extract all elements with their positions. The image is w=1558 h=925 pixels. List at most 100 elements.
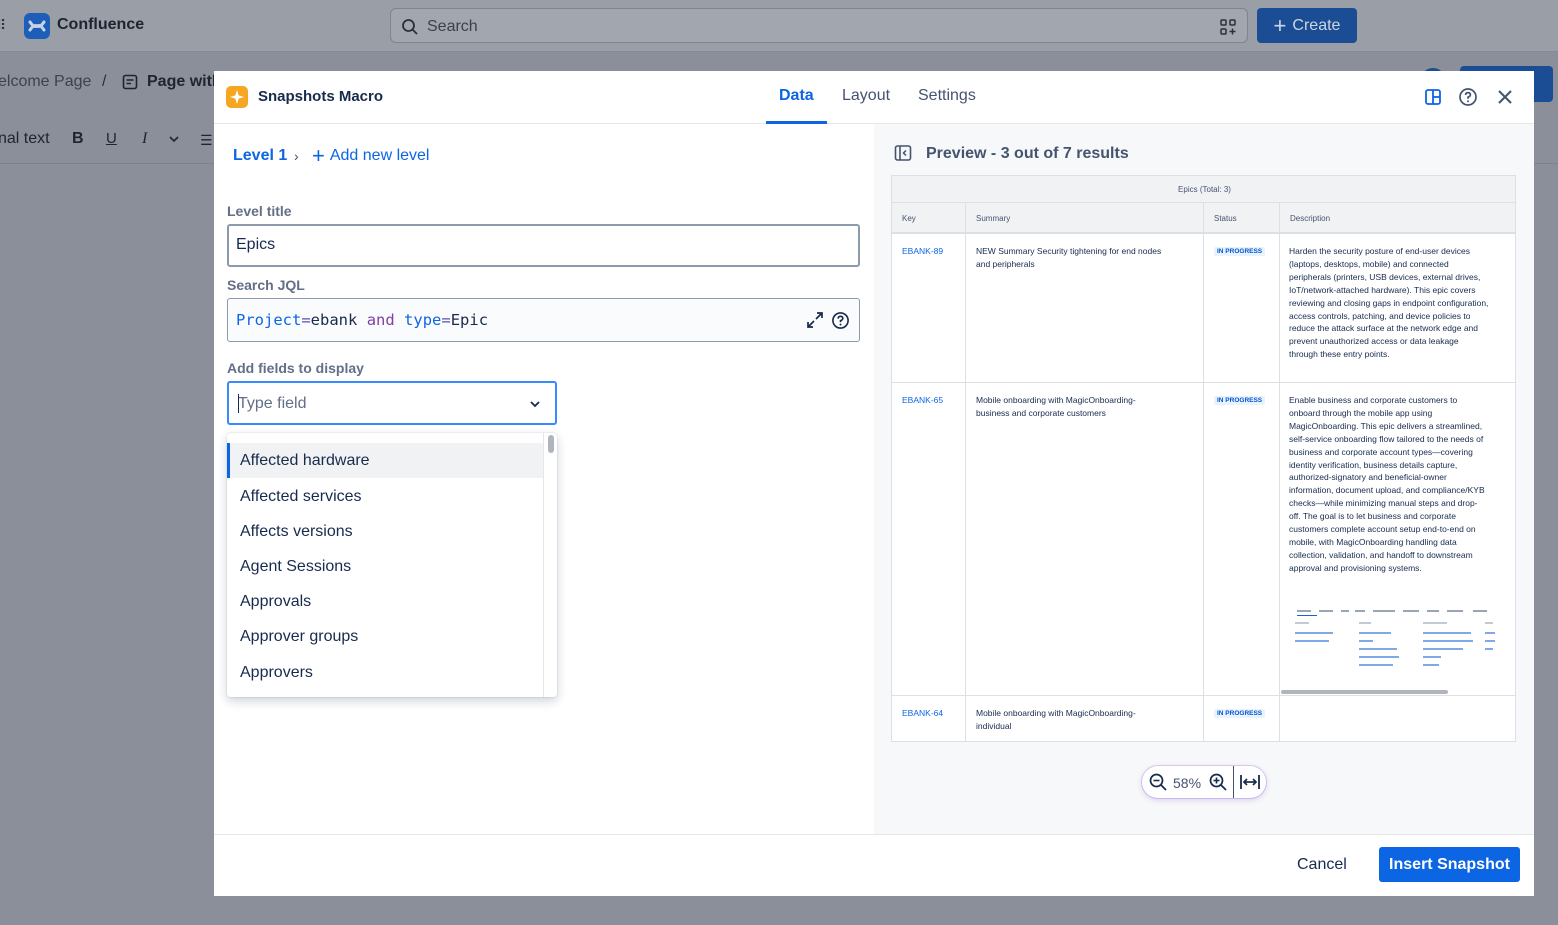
issue-summary: NEW Summary Security tightening for end … [976,246,1162,269]
column-header-status: Status [1204,203,1279,233]
menu-option[interactable]: Affected hardware [227,443,543,478]
add-level-label: Add new level [329,147,430,164]
status-badge: IN PROGRESS [1214,709,1266,718]
menu-option[interactable]: Approver groups [227,619,543,654]
add-fields-label: Add fields to display [227,360,364,376]
horizontal-scrollbar[interactable] [1281,690,1448,694]
tab-settings[interactable]: Settings [918,87,976,105]
table-title: Epics (Total: 3) [892,176,1515,203]
breadcrumb-home[interactable]: elcome Page [0,73,91,91]
close-icon[interactable] [1495,87,1515,107]
collapse-panel-icon[interactable] [894,144,912,162]
status-badge: IN PROGRESS [1214,247,1266,256]
dialog-footer: Cancel Insert Snapshot [214,834,1534,896]
list-icon[interactable]: ☰ [200,132,213,149]
jql-token: Epic [450,311,489,329]
breadcrumb-page[interactable]: Page with [147,73,222,91]
issue-description: Harden the security posture of end-user … [1289,246,1489,360]
snapshots-logo-icon [226,86,248,108]
tab-layout[interactable]: Layout [842,87,890,105]
bold-icon[interactable]: B [72,130,84,148]
search-placeholder: Search [427,18,478,35]
zoom-in-icon[interactable] [1208,772,1228,792]
menu-option[interactable]: Affected services [227,479,543,514]
underline-icon[interactable]: U [106,130,117,147]
create-label: Create [1292,16,1341,34]
column-header-summary: Summary [966,203,1203,233]
top-navigation: ⠿ Confluence Search + Create [0,0,1558,52]
create-button[interactable]: + Create [1257,8,1357,43]
menu-option[interactable]: Affects versions [227,514,543,549]
menu-option[interactable]: Approvers [227,655,543,690]
issue-summary: Mobile onboarding with MagicOnboarding-i… [976,708,1136,731]
jql-token: = [301,311,311,329]
app-switcher-icon[interactable]: ⠿ [0,18,6,32]
chevron-down-icon[interactable] [168,133,180,145]
plus-icon: + [312,143,325,168]
field-options-menu: Affected hardware Affected services Affe… [227,433,557,697]
issue-key-link[interactable]: EBANK-89 [902,245,962,258]
search-icon [402,19,418,35]
preview-title: Preview - 3 out of 7 results [926,145,1129,162]
active-tab-indicator [766,121,827,124]
level-1-link[interactable]: Level 1 [233,147,287,165]
jql-token: Project [236,311,302,329]
jql-editor[interactable]: Project=ebank and type=Epic [227,298,860,342]
column-divider [1279,203,1280,741]
zoom-level: 58% [1173,775,1202,791]
preview-table: Epics (Total: 3) Key Summary Status Desc… [891,175,1516,742]
row-divider [892,695,1515,696]
menu-option[interactable]: Approvals [227,584,543,619]
jql-query: Project=ebank and type=Epic [236,311,488,329]
help-icon[interactable] [831,311,850,330]
help-icon[interactable] [1458,87,1478,107]
add-new-level-button[interactable]: + Add new level [312,143,430,168]
snapshots-macro-dialog: Snapshots Macro Data Layout Settings Lev… [214,71,1534,896]
dialog-header: Snapshots Macro Data Layout Settings [214,71,1534,124]
search-jql-label: Search JQL [227,277,305,293]
fit-width-icon[interactable] [1239,772,1261,792]
jql-token: and [366,311,395,329]
plus-icon: + [1273,12,1287,38]
issue-description: Enable business and corporate customers … [1289,395,1485,573]
column-header-key: Key [892,203,965,233]
app-name: Confluence [57,16,145,33]
text-style-select[interactable]: nal text [0,130,50,148]
expand-icon[interactable] [805,310,825,330]
jql-token: type [404,311,442,329]
status-badge: IN PROGRESS [1214,396,1266,405]
zoom-controls: 58% [1142,766,1266,798]
type-field-placeholder: Type field [238,395,307,412]
column-divider [1203,203,1204,741]
row-divider [892,233,1515,234]
layout-icon[interactable] [1423,87,1443,107]
jql-token: = [441,311,451,329]
insert-snapshot-button[interactable]: Insert Snapshot [1379,847,1520,882]
preview-panel: Preview - 3 out of 7 results Epics (Tota… [874,124,1534,834]
italic-icon[interactable]: I [142,130,147,148]
menu-option[interactable]: Agent Sessions [227,549,543,584]
jql-token: ebank [310,311,358,329]
chevron-right-icon: › [294,148,299,164]
zoom-divider [1233,766,1234,798]
breadcrumb-separator: / [102,73,107,90]
tab-data[interactable]: Data [779,87,814,105]
column-header-description: Description [1280,203,1515,233]
column-divider [965,203,966,741]
row-divider [892,382,1515,383]
zoom-out-icon[interactable] [1148,772,1168,792]
chevron-down-icon[interactable] [529,398,541,410]
cancel-button[interactable]: Cancel [1297,856,1347,874]
dialog-title: Snapshots Macro [258,88,384,105]
level-title-input[interactable]: Epics [227,224,860,267]
type-field-select[interactable]: Type field [227,381,557,425]
issue-key-link[interactable]: EBANK-65 [902,394,962,407]
scrollbar-thumb[interactable] [548,435,554,453]
issue-key-link[interactable]: EBANK-64 [902,707,962,720]
issue-summary: Mobile onboarding with MagicOnboarding-b… [976,395,1136,418]
embedded-screenshot-image [1289,606,1501,674]
confluence-logo[interactable] [24,13,50,39]
menu-scrollbar[interactable] [543,433,557,697]
text-cursor [238,394,239,413]
global-search[interactable]: Search [390,8,1248,43]
